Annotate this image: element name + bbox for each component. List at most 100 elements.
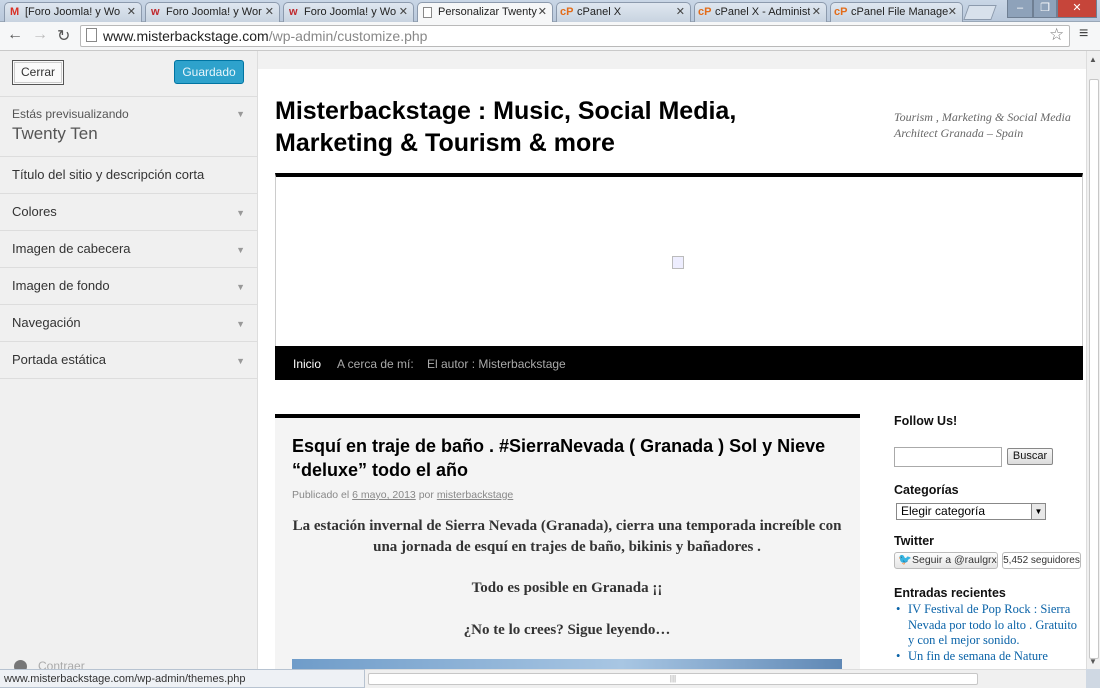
browser-toolbar: ← → ↻ www.misterbackstage.com/wp-admin/c… — [0, 22, 1100, 51]
chevron-down-icon: ▼ — [1031, 504, 1045, 519]
browser-tab-4[interactable]: cP cPanel X ✕ — [556, 2, 691, 22]
meta-prefix: Publicado el — [292, 489, 350, 501]
site-favicon-icon: w — [151, 6, 160, 18]
twitter-title: Twitter — [894, 534, 935, 548]
twitter-follow-button[interactable]: 🐦 Seguir a @raulgrx — [894, 552, 998, 569]
scroll-down-icon[interactable]: ▼ — [1089, 657, 1097, 666]
categories-title: Categorías — [894, 483, 959, 497]
menu-item-home[interactable]: Inicio — [293, 357, 321, 371]
meta-by: por — [418, 489, 434, 501]
twitter-followers-count: 5,452 seguidores — [1002, 552, 1081, 569]
list-item[interactable]: IV Festival de Pop Rock : Sierra Nevada … — [894, 602, 1084, 649]
address-bar[interactable]: www.misterbackstage.com/wp-admin/customi… — [80, 25, 1070, 47]
section-label: Imagen de cabecera — [12, 241, 131, 256]
tab-label: cPanel X - Administ — [715, 6, 811, 18]
browser-tab-2[interactable]: w Foro Joomla! y Wo ✕ — [283, 2, 414, 22]
section-background-image[interactable]: Imagen de fondo ▼ — [0, 267, 257, 304]
close-button[interactable]: Cerrar — [12, 60, 64, 85]
chevron-down-icon: ▼ — [236, 208, 245, 218]
close-icon[interactable]: ✕ — [676, 5, 685, 18]
cpanel-icon: cP — [834, 6, 848, 18]
site-preview: Misterbackstage : Music, Social Media, M… — [258, 51, 1086, 669]
bookmark-star-icon[interactable]: ☆ — [1049, 25, 1064, 45]
browser-tab-0[interactable]: M [Foro Joomla! y Wo ✕ — [4, 2, 142, 22]
site-description: Tourism , Marketing & Social Media Archi… — [894, 110, 1071, 140]
post-paragraph: Todo es posible en Granada ¡¡ — [471, 580, 663, 596]
close-icon[interactable]: ✕ — [127, 5, 136, 18]
recent-posts-list: IV Festival de Pop Rock : Sierra Nevada … — [894, 602, 1084, 664]
categories-selected: Elegir categoría — [901, 504, 986, 518]
save-button[interactable]: Guardado — [174, 60, 244, 84]
chevron-down-icon: ▼ — [236, 282, 245, 292]
scrollbar-thumb[interactable] — [1089, 79, 1099, 659]
search-input[interactable] — [894, 447, 1002, 467]
post-title[interactable]: Esquí en traje de baño . #SierraNevada (… — [292, 434, 852, 482]
preview-label: Estás previsualizando — [12, 107, 129, 121]
broken-image-icon — [672, 256, 684, 269]
page-icon — [423, 7, 432, 18]
section-site-title[interactable]: Título del sitio y descripción corta — [0, 156, 257, 193]
section-static-front-page[interactable]: Portada estática ▼ — [0, 341, 257, 378]
theme-info[interactable]: Estás previsualizando Twenty Ten ▼ — [0, 96, 257, 156]
categories-select[interactable]: Elegir categoría ▼ — [896, 503, 1046, 520]
close-icon[interactable]: ✕ — [538, 5, 547, 18]
menu-icon[interactable]: ≡ — [1079, 25, 1088, 43]
scrollbar-thumb[interactable]: ||| — [368, 673, 978, 685]
tab-label: cPanel File Manage — [851, 6, 949, 18]
post-paragraph: ¿No te lo crees? Sigue leyendo… — [463, 622, 671, 638]
tab-strip: M [Foro Joomla! y Wo ✕ w Foro Joomla! y … — [0, 0, 1100, 23]
chevron-down-icon: ▼ — [236, 356, 245, 366]
follow-title: Follow Us! — [894, 414, 958, 428]
twitter-follow-label: Seguir a @raulgrx — [912, 554, 997, 566]
chevron-down-icon: ▼ — [236, 319, 245, 329]
close-icon[interactable]: ✕ — [399, 5, 408, 18]
new-tab-button[interactable] — [963, 5, 997, 20]
theme-name: Twenty Ten — [12, 124, 98, 143]
browser-tab-3[interactable]: Personalizar Twenty ✕ — [417, 2, 553, 23]
customizer-sidebar: Cerrar Guardado Estás previsualizando Tw… — [0, 51, 258, 673]
divider — [0, 378, 257, 379]
section-label: Título del sitio y descripción corta — [12, 167, 205, 182]
reload-icon[interactable]: ↻ — [57, 26, 70, 46]
site-title[interactable]: Misterbackstage : Music, Social Media, M… — [275, 95, 835, 159]
twitter-bird-icon: 🐦 — [898, 554, 912, 566]
main-menu: Inicio A cerca de mí: El autor : Misterb… — [275, 346, 1083, 380]
post-paragraph: La estación invernal de Sierra Nevada (G… — [292, 518, 842, 555]
window-close-button[interactable]: ✕ — [1057, 0, 1097, 18]
search-button[interactable]: Buscar — [1007, 448, 1053, 465]
section-label: Navegación — [12, 315, 81, 330]
post-image — [292, 659, 842, 669]
forward-arrow-icon[interactable]: → — [32, 26, 48, 44]
list-item[interactable]: Un fin de semana de Nature — [894, 649, 1084, 665]
tab-label: Foro Joomla! y Wor — [166, 6, 262, 18]
browser-tab-1[interactable]: w Foro Joomla! y Wor ✕ — [145, 2, 280, 22]
menu-item-author[interactable]: El autor : Misterbackstage — [427, 357, 566, 371]
menu-item-about[interactable]: A cerca de mí: — [337, 357, 414, 371]
close-icon[interactable]: ✕ — [948, 5, 957, 18]
post-author-link[interactable]: misterbackstage — [437, 489, 513, 501]
section-colors[interactable]: Colores ▼ — [0, 193, 257, 230]
back-arrow-icon[interactable]: ← — [7, 26, 23, 44]
section-navigation[interactable]: Navegación ▼ — [0, 304, 257, 341]
close-icon[interactable]: ✕ — [812, 5, 821, 18]
post-meta: Publicado el 6 mayo, 2013 por misterback… — [292, 489, 513, 501]
gmail-icon: M — [10, 6, 20, 18]
browser-tab-5[interactable]: cP cPanel X - Administ ✕ — [694, 2, 827, 22]
maximize-button[interactable]: ❐ — [1033, 0, 1057, 18]
minimize-button[interactable]: – — [1007, 0, 1033, 18]
post: Esquí en traje de baño . #SierraNevada (… — [275, 414, 860, 669]
scroll-up-icon[interactable]: ▲ — [1089, 55, 1097, 64]
browser-tab-6[interactable]: cP cPanel File Manage ✕ — [830, 2, 963, 22]
close-icon[interactable]: ✕ — [265, 5, 274, 18]
tab-label: Personalizar Twenty — [438, 6, 537, 18]
horizontal-scrollbar[interactable]: ||| — [258, 669, 1086, 688]
cpanel-icon: cP — [560, 6, 574, 18]
site-favicon-icon: w — [289, 6, 298, 18]
chevron-down-icon: ▼ — [236, 109, 245, 119]
post-date-link[interactable]: 6 mayo, 2013 — [352, 489, 416, 501]
cpanel-icon: cP — [698, 6, 712, 18]
section-header-image[interactable]: Imagen de cabecera ▼ — [0, 230, 257, 267]
site-page: Misterbackstage : Music, Social Media, M… — [258, 69, 1086, 669]
section-label: Imagen de fondo — [12, 278, 110, 293]
vertical-scrollbar[interactable]: ▲ ▼ — [1086, 51, 1100, 669]
